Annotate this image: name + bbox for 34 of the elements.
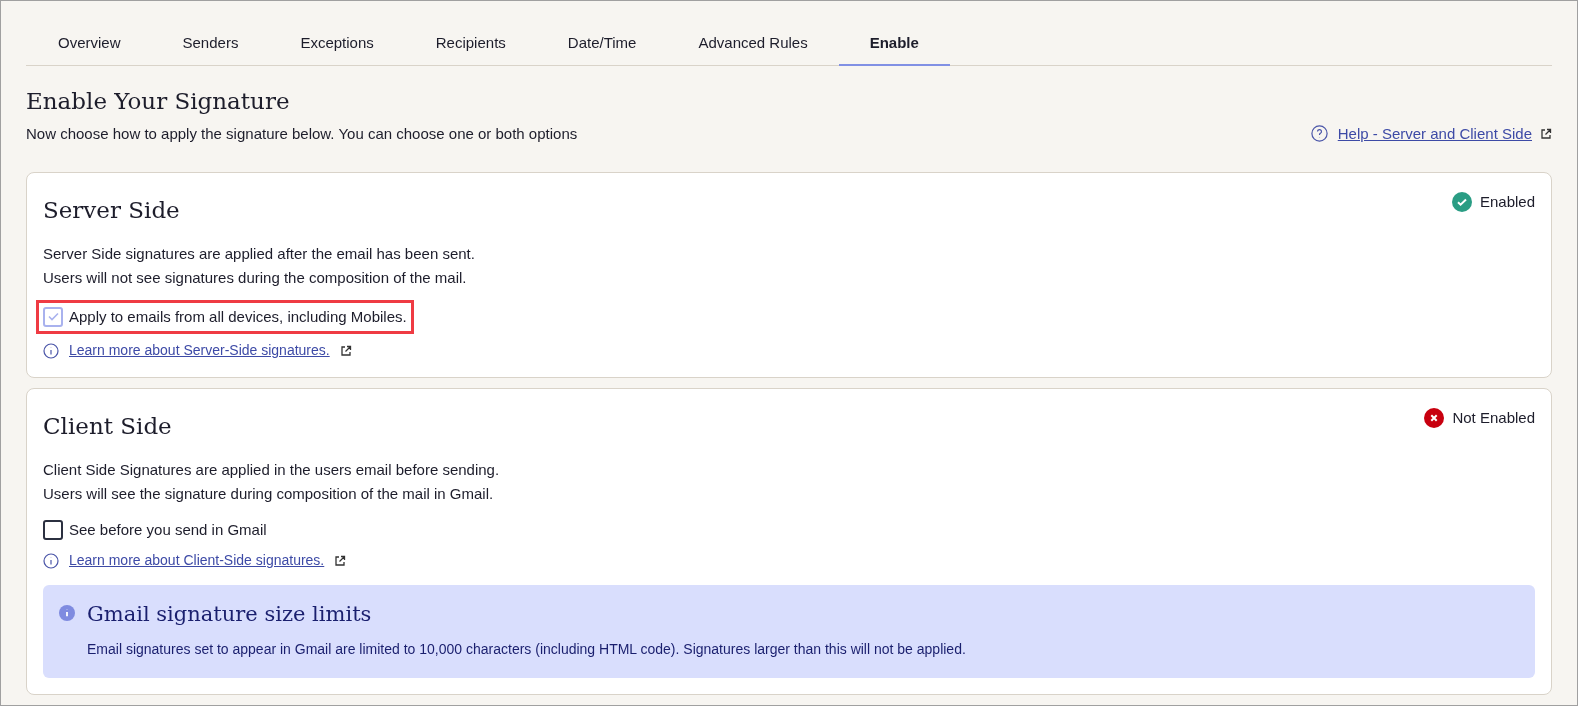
status-text: Not Enabled xyxy=(1452,408,1535,428)
help-icon xyxy=(1310,125,1328,143)
external-link-icon xyxy=(1540,127,1552,140)
section-title: Client Side xyxy=(43,412,172,441)
learn-more-link[interactable]: Learn more about Server-Side signatures. xyxy=(69,340,330,361)
page-title: Enable Your Signature xyxy=(26,87,291,116)
tab[interactable]: Date/Time xyxy=(536,23,668,66)
external-link-icon xyxy=(334,554,347,567)
check-icon xyxy=(47,312,59,322)
status-text: Enabled xyxy=(1479,192,1535,212)
section-title: Server Side xyxy=(43,196,180,225)
help-link[interactable]: Help - Server and Client Side xyxy=(1337,122,1532,145)
info-icon xyxy=(43,342,59,359)
checkbox-label: See before you send in Gmail xyxy=(69,519,267,540)
checkbox[interactable] xyxy=(43,519,63,540)
description-text: Users will not see signatures during the composition of the mail. xyxy=(43,267,468,288)
notice-text: Email signatures set to appear in Gmail are limited to 10,000 characters (including HTML code). Signatures larger than this will not be applied. xyxy=(87,639,966,659)
tab[interactable]: Recipients xyxy=(404,23,537,66)
notice-title: Gmail signature size limits xyxy=(87,601,373,628)
learn-more-link[interactable]: Learn more about Client-Side signatures. xyxy=(69,550,325,571)
external-link-icon xyxy=(339,344,352,357)
description-text: Users will see the signature during composition of the mail in Gmail. xyxy=(43,483,495,504)
tab[interactable]: Advanced Rules xyxy=(667,23,839,66)
checkbox-label: Apply to emails from all devices, including Mobiles. xyxy=(69,306,407,327)
tab[interactable]: Enable xyxy=(838,23,950,66)
tab[interactable]: Overview xyxy=(27,23,152,66)
tab[interactable]: Exceptions xyxy=(269,23,405,66)
description-text: Server Side signatures are applied after the email has been sent. xyxy=(43,243,476,264)
tab[interactable]: Senders xyxy=(151,23,270,66)
info-icon xyxy=(59,605,75,621)
checkbox[interactable] xyxy=(43,306,63,327)
page-subtitle: Now choose how to apply the signature below. You can choose one or both options xyxy=(26,123,578,144)
description-text: Client Side Signatures are applied in the users email before sending. xyxy=(43,459,501,480)
info-icon xyxy=(43,552,59,569)
